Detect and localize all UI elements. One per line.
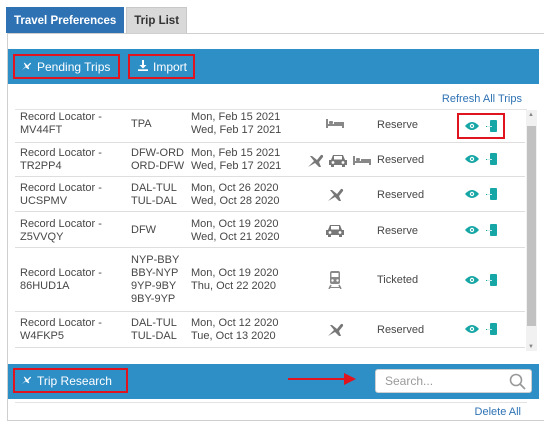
table-row[interactable]: Record Locator - MV44FT TPA Mon, Feb 15 2… [15,110,525,143]
travel-modes [295,271,375,289]
trip-status: Reserved [377,324,425,336]
trip-research-button[interactable]: Trip Research [13,368,128,393]
search-input[interactable] [376,370,506,392]
pending-trips-button[interactable]: Pending Trips [13,54,120,79]
trip-research-label: Trip Research [37,373,112,388]
eye-icon[interactable] [464,324,479,334]
hotel-icon [325,117,345,129]
route: DFW [131,224,157,236]
travel-modes [298,152,380,168]
airplane-icon [326,186,344,202]
annotation-arrow-head [344,373,356,385]
table-row[interactable]: Record Locator - TR2PP4 DFW-ORD ORD-DFW Mo… [15,143,525,177]
table-row[interactable]: Record Locator - Z5VVQY DFW Mon, Oct 19 2… [15,212,525,248]
trip-actions [460,223,502,237]
travel-modes [295,186,375,202]
hotel-icon [352,154,372,166]
trip-dates: Mon, Oct 12 2020 Tue, Oct 13 2020 [191,317,279,342]
eye-icon[interactable] [464,275,479,285]
export-icon[interactable] [485,152,498,166]
delete-all-link[interactable]: Delete All [475,406,521,418]
eye-icon[interactable] [464,189,479,199]
trip-actions [460,273,502,287]
search-icon[interactable] [509,373,526,393]
download-icon [138,59,148,74]
table-scrollbar[interactable]: ▲ ▼ [526,110,537,351]
scroll-down-arrow-icon[interactable]: ▼ [528,344,534,350]
tab-trip-list[interactable]: Trip List [126,7,188,33]
trip-dates: Mon, Oct 26 2020 Wed, Oct 28 2020 [191,182,280,207]
scrollbar-thumb[interactable] [527,126,536,326]
route: DAL-TUL TUL-DAL [131,182,177,207]
train-icon [328,271,342,289]
export-icon[interactable] [485,119,498,133]
car-icon [328,153,348,167]
export-icon[interactable] [485,273,498,287]
trip-actions [460,152,502,166]
plane-icon [21,60,32,74]
plane-icon [21,374,32,388]
car-icon [325,223,345,237]
scroll-up-arrow-icon[interactable]: ▲ [528,112,534,118]
airplane-icon [306,152,324,168]
trip-dates: Mon, Oct 19 2020 Wed, Oct 21 2020 [191,218,280,243]
trip-dates: Mon, Feb 15 2021 Wed, Feb 17 2021 [191,111,282,136]
travel-modes [295,117,375,129]
trip-actions [457,113,505,139]
tab-travel-preferences[interactable]: Travel Preferences [6,7,125,33]
trip-actions [460,322,502,336]
trip-dates: Mon, Oct 19 2020 Thu, Oct 22 2020 [191,267,279,292]
route: TPA [131,118,152,130]
table-row[interactable]: Record Locator - UCSPMV DAL-TUL TUL-DAL Mo… [15,177,525,212]
record-locator: Record Locator - UCSPMV [20,182,102,207]
import-label: Import [153,59,188,74]
export-icon[interactable] [485,187,498,201]
trip-status: Reserve [377,119,418,131]
trip-status: Reserve [377,225,418,237]
search-box [375,369,532,393]
pending-trips-label: Pending Trips [37,59,111,74]
divider [15,402,527,403]
eye-icon[interactable] [464,154,479,164]
trip-status: Reserved [377,154,425,166]
table-row[interactable]: Record Locator -86HUD1A NYP-BBY BBY-NYP 9Y… [15,248,525,312]
trip-dates: Mon, Feb 15 2021 Wed, Feb 17 2021 [191,147,282,172]
record-locator: Record Locator - MV44FT [20,111,102,136]
trip-actions [460,187,502,201]
eye-icon[interactable] [464,225,479,235]
table-row[interactable]: Record Locator - W4FKP5 DAL-TUL TUL-DAL Mo… [15,312,525,348]
refresh-all-trips-link[interactable]: Refresh All Trips [442,93,522,105]
record-locator: Record Locator - Z5VVQY [20,218,102,243]
tab-bar: Travel Preferences Trip List [6,7,189,33]
import-button[interactable]: Import [128,54,195,79]
annotation-arrow [288,378,346,380]
record-locator: Record Locator - TR2PP4 [20,147,102,172]
travel-modes [295,223,375,237]
record-locator: Record Locator -86HUD1A [20,267,102,292]
trip-table: Record Locator - MV44FT TPA Mon, Feb 15 2… [15,110,525,350]
airplane-icon [326,321,344,337]
record-locator: Record Locator - W4FKP5 [20,317,102,342]
route: DFW-ORD ORD-DFW [131,147,185,172]
route: DAL-TUL TUL-DAL [131,317,177,342]
export-icon[interactable] [485,322,498,336]
trip-status: Ticketed [377,274,419,286]
eye-icon[interactable] [464,121,479,131]
export-icon[interactable] [485,223,498,237]
route: NYP-BBY BBY-NYP 9YP-9BY 9BY-9YP [131,254,180,305]
trip-status: Reserved [377,189,425,201]
travel-modes [295,321,375,337]
